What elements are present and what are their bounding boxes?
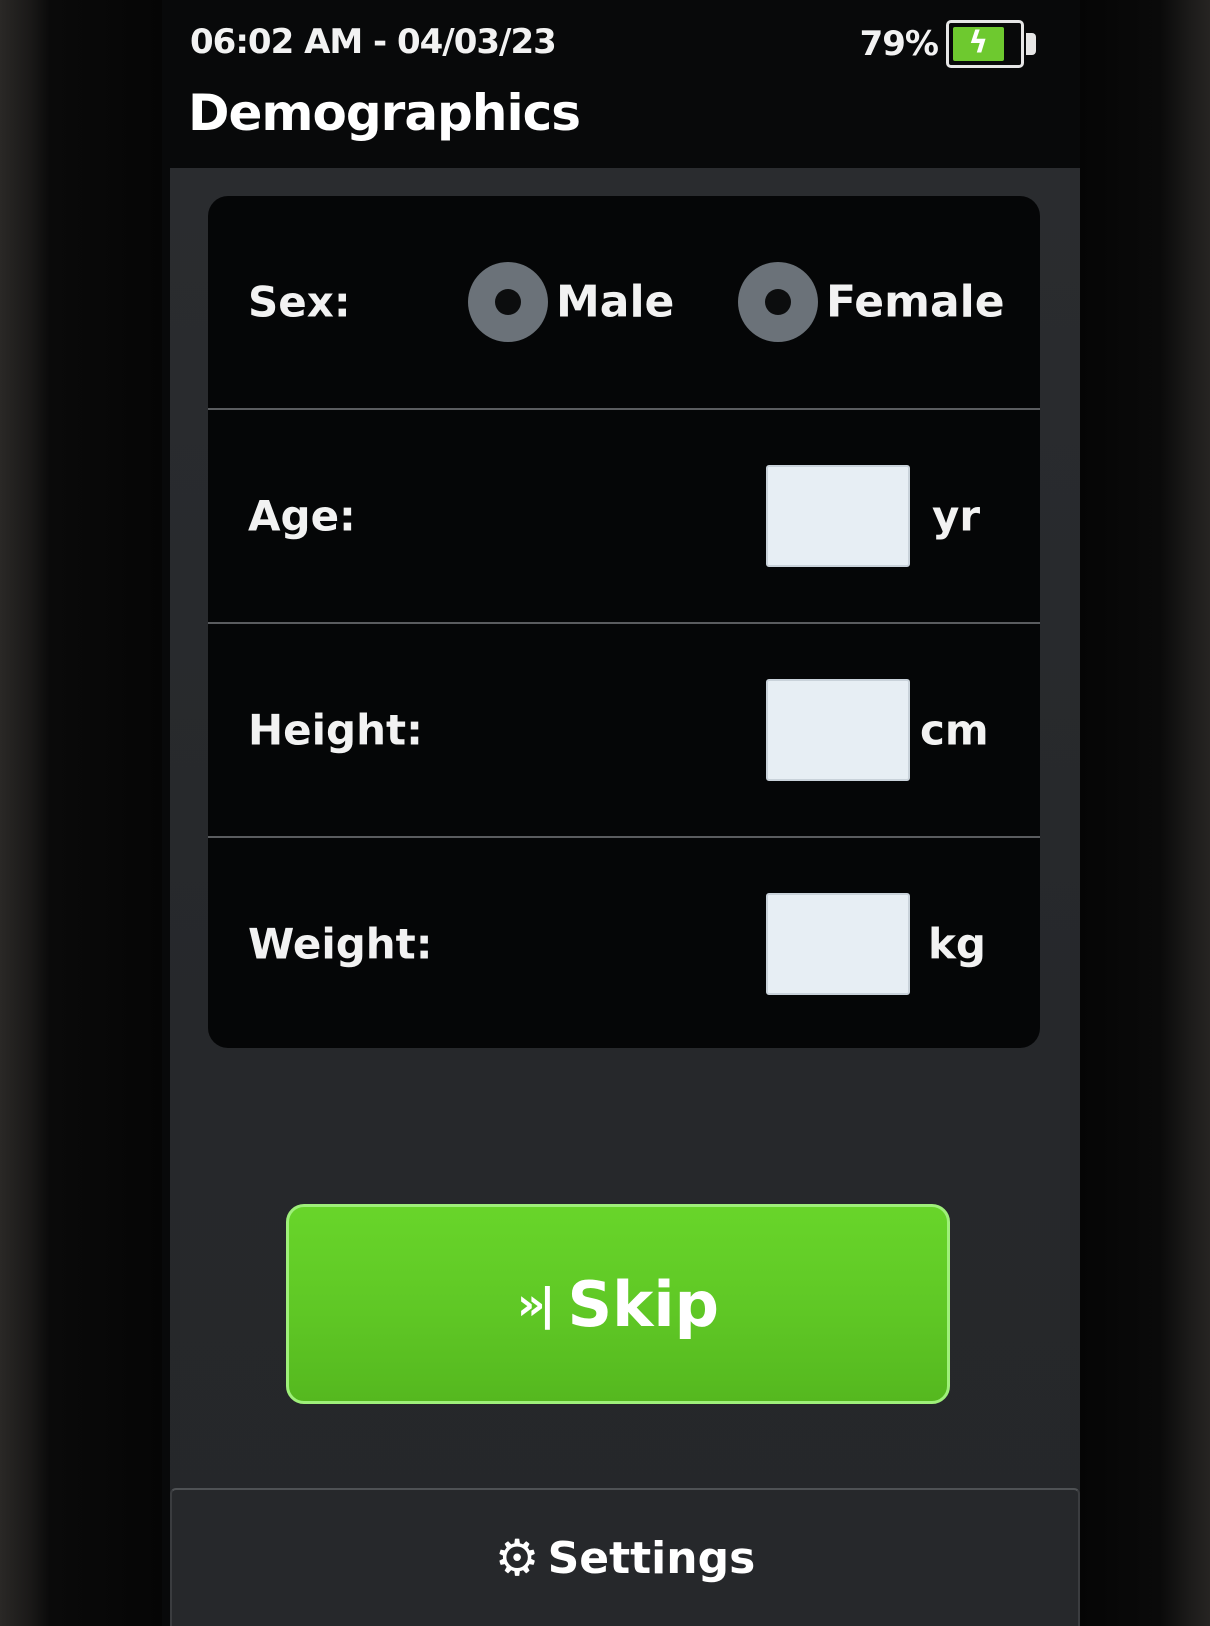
- settings-button[interactable]: ⚙ Settings: [170, 1488, 1080, 1626]
- charging-bolt-icon: ϟ: [968, 25, 989, 61]
- female-radio[interactable]: [738, 262, 818, 342]
- settings-label: Settings: [547, 1532, 756, 1584]
- age-row: Age: yr: [208, 408, 1040, 622]
- male-radio[interactable]: [468, 262, 548, 342]
- page-title: Demographics: [188, 84, 581, 142]
- skip-button[interactable]: »| Skip: [286, 1204, 950, 1404]
- status-datetime: 06:02 AM - 04/03/23: [190, 22, 557, 62]
- height-row: Height: cm: [208, 622, 1040, 836]
- age-unit: yr: [932, 491, 981, 541]
- demographics-form: Sex: Male Female Age: yr Height: cm Weig…: [208, 196, 1040, 1048]
- battery-percentage: 79%: [859, 24, 939, 64]
- content-area: Sex: Male Female Age: yr Height: cm Weig…: [170, 168, 1080, 1626]
- device-frame: 06:02 AM - 04/03/23 79% ϟ Demographics S…: [0, 0, 1210, 1626]
- weight-label: Weight:: [248, 919, 433, 969]
- age-input[interactable]: [766, 465, 910, 567]
- male-radio-label[interactable]: Male: [556, 277, 674, 328]
- sex-label: Sex:: [248, 277, 351, 327]
- skip-button-label: Skip: [567, 1267, 720, 1341]
- age-label: Age:: [248, 491, 356, 541]
- battery-level-fill: ϟ: [953, 27, 1004, 61]
- sex-row: Sex: Male Female: [208, 196, 1040, 408]
- weight-row: Weight: kg: [208, 836, 1040, 1048]
- battery-tip: [1026, 33, 1036, 55]
- gear-icon: ⚙: [494, 1529, 540, 1587]
- screen: 06:02 AM - 04/03/23 79% ϟ Demographics S…: [162, 0, 1080, 1626]
- weight-input[interactable]: [766, 893, 910, 995]
- skip-forward-icon: »|: [516, 1278, 555, 1330]
- height-unit: cm: [920, 705, 989, 755]
- height-input[interactable]: [766, 679, 910, 781]
- female-radio-label[interactable]: Female: [826, 277, 1005, 328]
- battery-icon: ϟ: [946, 20, 1024, 68]
- weight-unit: kg: [928, 919, 986, 969]
- height-label: Height:: [248, 705, 423, 755]
